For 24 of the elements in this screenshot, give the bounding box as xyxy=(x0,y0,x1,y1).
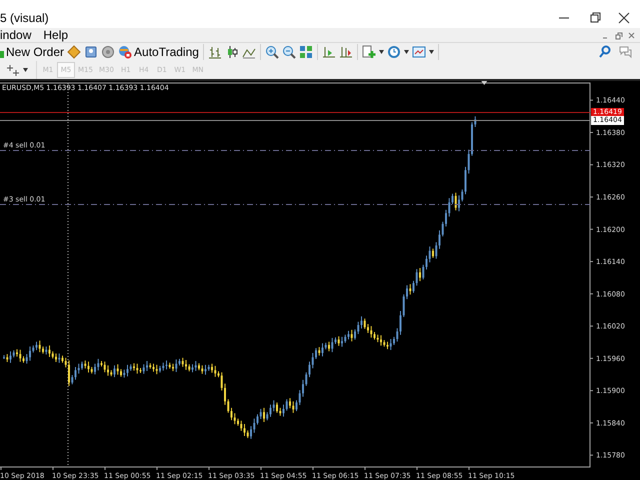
menu-item[interactable]: Help xyxy=(43,28,68,42)
tile-windows-icon[interactable] xyxy=(298,45,313,59)
new-order-button[interactable]: New Order xyxy=(0,44,64,60)
clock-icon[interactable] xyxy=(386,45,401,59)
diamond-icon[interactable] xyxy=(67,45,82,59)
window-title: 5 (visual) xyxy=(0,11,49,27)
globe-icon[interactable] xyxy=(101,45,116,59)
chart-shift-icon[interactable] xyxy=(338,45,353,59)
template-icon[interactable] xyxy=(412,45,426,59)
caret-icon[interactable] xyxy=(428,50,434,54)
autoscroll-icon[interactable] xyxy=(322,45,336,59)
crosshair-tools-icon[interactable] xyxy=(6,63,20,77)
close-icon[interactable] xyxy=(616,12,632,24)
caret-icon[interactable] xyxy=(23,68,28,72)
caret-icon[interactable] xyxy=(378,50,384,54)
chat-icon[interactable] xyxy=(618,45,632,59)
zoom-out-icon[interactable] xyxy=(282,45,296,59)
autotrading-button[interactable]: AutoTrading xyxy=(118,44,199,60)
add-indicator-icon[interactable] xyxy=(362,45,376,59)
bar-chart-icon[interactable] xyxy=(208,45,222,59)
zoom-in-icon[interactable] xyxy=(264,45,279,59)
search-icon[interactable] xyxy=(598,45,612,59)
menu-item[interactable]: indow xyxy=(0,28,32,42)
caret-icon[interactable] xyxy=(404,50,409,54)
